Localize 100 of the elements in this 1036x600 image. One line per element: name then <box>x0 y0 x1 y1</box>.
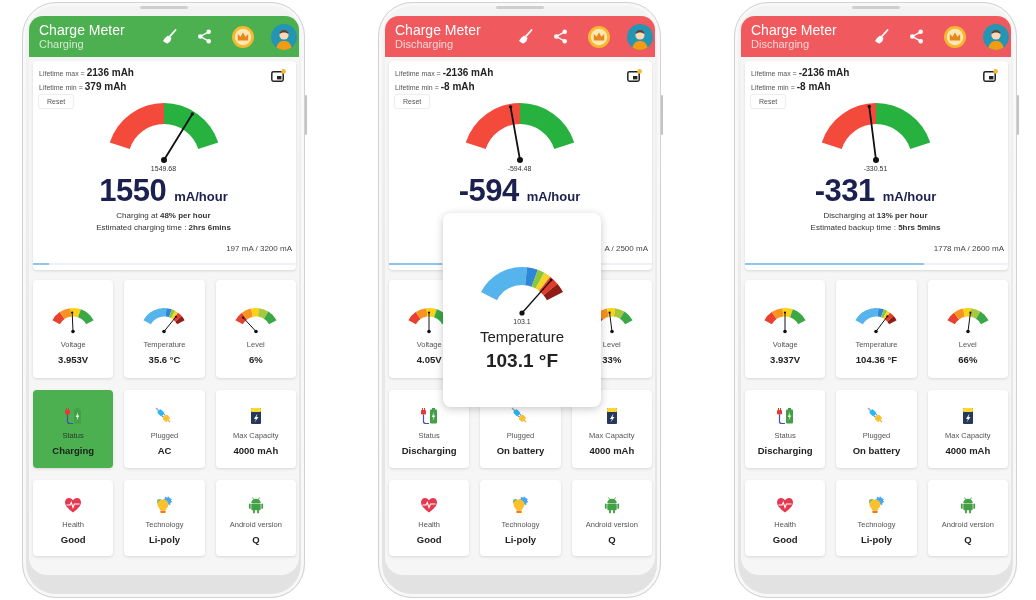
picture-in-picture-icon[interactable] <box>271 69 286 82</box>
card-value: 6% <box>248 353 263 366</box>
rate-text: Estimated backup time : 5hrs 5mins <box>810 222 941 234</box>
gauge-needle <box>427 312 431 334</box>
gauge-needle <box>608 312 614 334</box>
avatar-icon[interactable] <box>983 23 1009 50</box>
gauge-needle <box>519 279 552 316</box>
rate-text: Estimated charging time : 2hrs 6mins <box>96 222 231 234</box>
gauge-needle <box>783 312 787 334</box>
share-icon[interactable] <box>197 29 212 44</box>
range-text: A / 2500 mA <box>604 244 648 254</box>
card-value: Discharging <box>757 444 813 457</box>
gauge-scale-drawing <box>52 308 94 325</box>
card-value: Good <box>772 533 798 546</box>
charge-status: Discharging <box>751 38 811 51</box>
card-value: Q <box>252 533 260 546</box>
plug-battery-icon <box>64 407 83 425</box>
card-value: 4000 mAh <box>233 444 279 457</box>
broom-icon[interactable] <box>874 29 889 44</box>
heart-pulse-icon <box>776 496 795 514</box>
app-title: Charge Meter <box>39 22 125 38</box>
card-value: 3.937V <box>770 353 801 366</box>
share-icon[interactable] <box>553 29 568 44</box>
gauge-needle <box>71 312 75 334</box>
card-value: 104.36 °F <box>855 353 898 366</box>
lightbulb-gear-icon <box>155 496 174 514</box>
card-value: 66% <box>958 353 978 366</box>
gauge-scale-drawing <box>235 308 277 325</box>
card-value: Discharging <box>401 444 457 457</box>
current-unit: mA/hour <box>882 189 937 204</box>
lifetime-value: -2136 mAh <box>798 66 850 80</box>
plug-battery-icon <box>776 407 795 425</box>
current-value: 1550 <box>99 174 167 207</box>
app-title: Charge Meter <box>751 22 837 38</box>
app-title: Charge Meter <box>395 22 481 38</box>
lifetime-value: -8 mAh <box>796 80 831 94</box>
gauge-needle <box>162 316 177 334</box>
current-unit: mA/hour <box>526 189 581 204</box>
gauge-needle <box>874 315 889 334</box>
card-value: On battery <box>496 444 545 457</box>
range-text: 197 mA / 3200 mA <box>226 244 292 254</box>
card-value: 4000 mAh <box>589 444 635 457</box>
heart-pulse-icon <box>420 496 439 514</box>
card-value: Li-poly <box>504 533 537 546</box>
lifetime-value: 379 mAh <box>84 80 127 94</box>
heart-pulse-icon <box>64 496 83 514</box>
current-value: -331 <box>814 174 875 207</box>
popup-value: 103.1 °F <box>486 350 558 372</box>
range-text: 1778 mA / 2600 mA <box>933 244 1004 254</box>
card-value: 4000 mAh <box>945 444 991 457</box>
card-value: Q <box>964 533 972 546</box>
robot-icon <box>246 496 265 514</box>
card-value: 4.05V <box>416 353 442 366</box>
card-value: Li-poly <box>148 533 181 546</box>
lightbulb-gear-icon <box>867 496 886 514</box>
card-value: Li-poly <box>860 533 893 546</box>
crown-icon[interactable] <box>232 25 254 48</box>
crown-icon[interactable] <box>944 25 966 48</box>
broom-icon[interactable] <box>162 29 177 44</box>
share-icon[interactable] <box>909 29 924 44</box>
card-value: Good <box>416 533 442 546</box>
speaker-slot <box>851 6 900 9</box>
charge-status: Charging <box>39 38 85 51</box>
lifetime-value: -2136 mAh <box>442 66 494 80</box>
popup-label: Temperature <box>479 328 565 346</box>
current-value: -594 <box>458 174 519 207</box>
gauge-needle <box>160 113 193 163</box>
plug-battery-icon <box>420 407 439 425</box>
avatar-icon[interactable] <box>271 23 297 50</box>
picture-in-picture-icon[interactable] <box>627 69 642 82</box>
card-value: AC <box>157 444 172 457</box>
crown-icon[interactable] <box>588 25 610 48</box>
lifetime-value: 2136 mAh <box>86 66 134 80</box>
gauge-needle <box>509 105 523 163</box>
rate-text: Charging at 48% per hour <box>116 210 211 222</box>
speaker-slot <box>139 6 188 9</box>
avatar-icon[interactable] <box>627 23 653 50</box>
robot-icon <box>958 496 977 514</box>
gauge-needle <box>242 317 258 334</box>
card-value: Charging <box>52 444 94 457</box>
gauge-scale-drawing <box>143 308 186 325</box>
gauge-needle <box>966 312 971 334</box>
robot-icon <box>602 496 621 514</box>
gauge-scale-drawing <box>764 308 806 325</box>
gauge-scale-drawing <box>947 308 989 325</box>
gauge-needle <box>867 105 879 163</box>
card-value: 35.6 °C <box>148 353 181 366</box>
picture-in-picture-icon[interactable] <box>983 69 998 82</box>
speaker-slot <box>495 6 544 9</box>
gauge-scale-drawing <box>855 308 898 325</box>
card-value: Good <box>60 533 86 546</box>
card-value: 3.953V <box>58 353 89 366</box>
rate-text: Discharging at 13% per hour <box>823 210 928 222</box>
current-unit: mA/hour <box>174 189 228 204</box>
card-value: 33% <box>602 353 622 366</box>
lifetime-value: -8 mAh <box>440 80 475 94</box>
card-value: On battery <box>852 444 901 457</box>
broom-icon[interactable] <box>518 29 533 44</box>
charge-status: Discharging <box>395 38 455 51</box>
lightbulb-gear-icon <box>511 496 530 514</box>
